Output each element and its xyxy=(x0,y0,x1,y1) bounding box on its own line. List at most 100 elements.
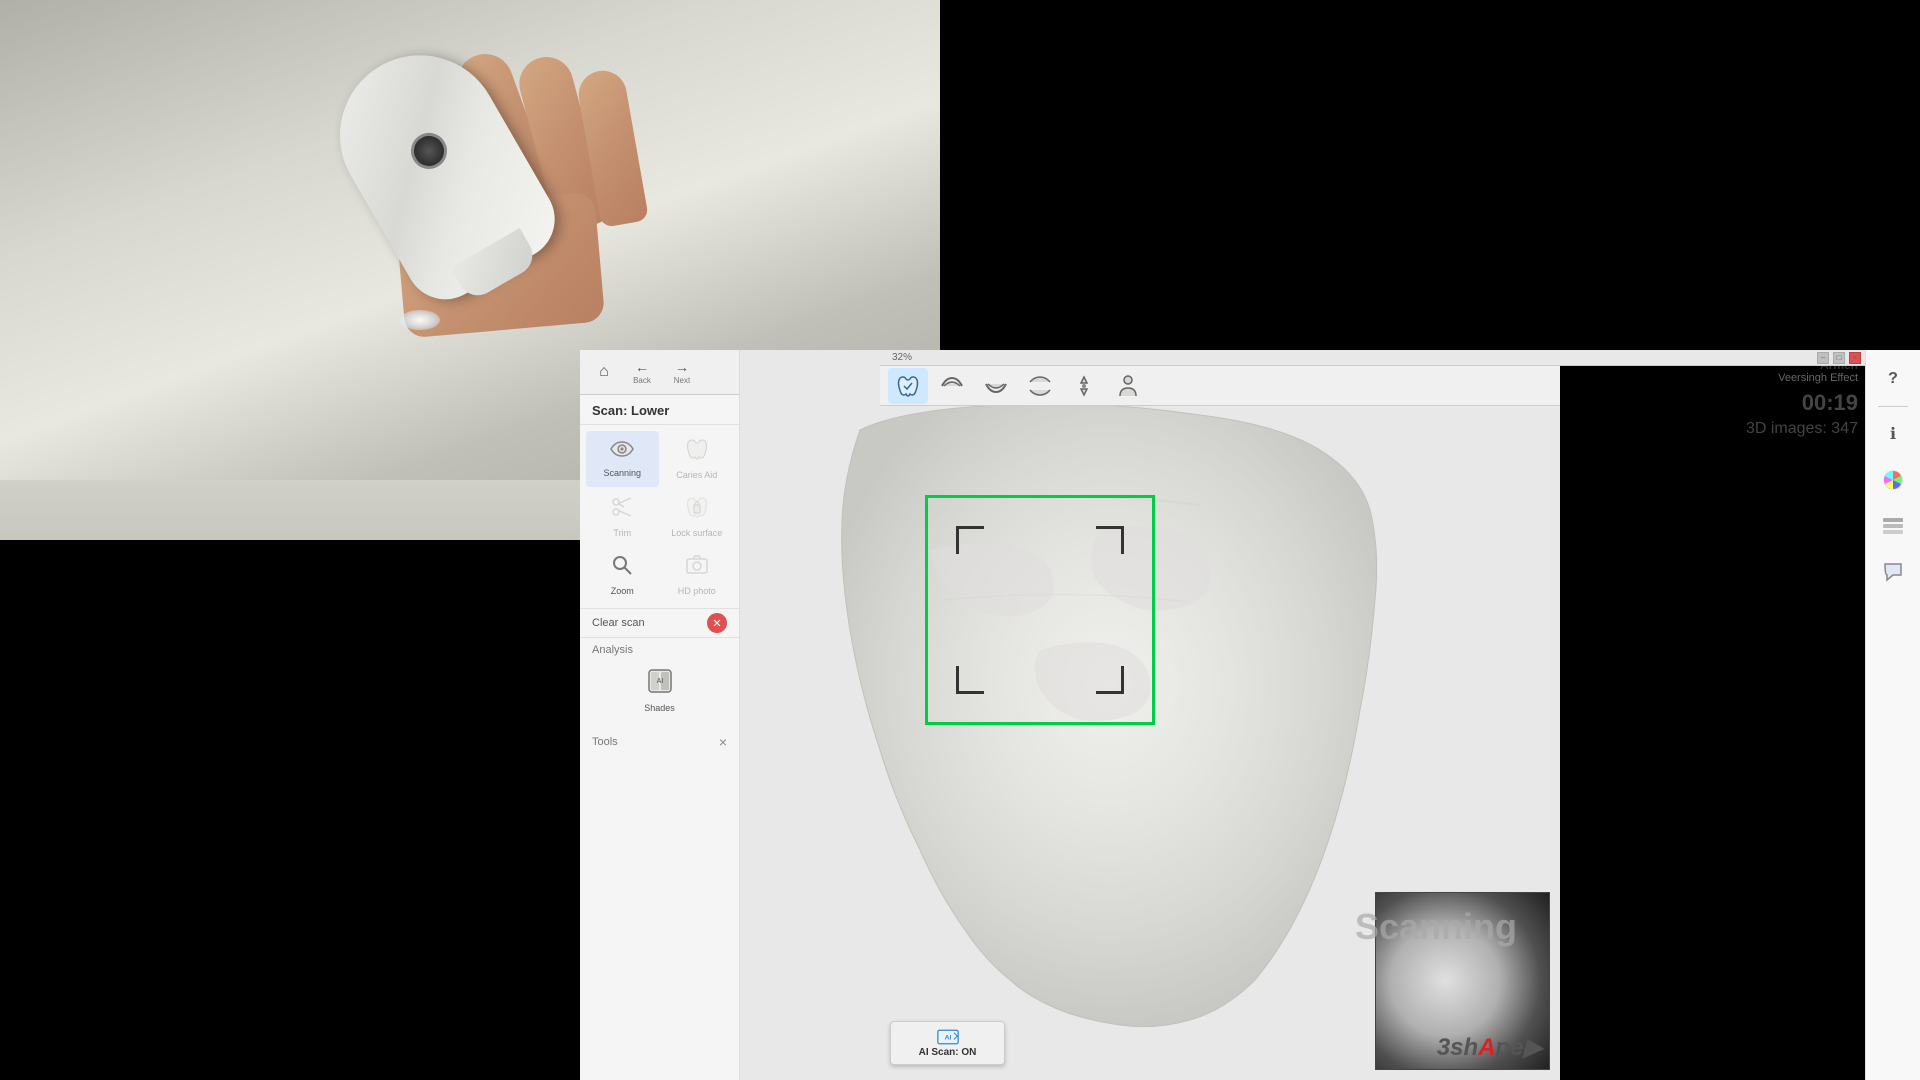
shades-svg: AI xyxy=(647,668,673,694)
minimize-button[interactable]: – xyxy=(1817,352,1829,364)
scanner-button xyxy=(404,126,453,175)
scanning-label: Scanning xyxy=(603,468,641,479)
back-label: Back xyxy=(633,376,651,385)
clear-scan-row: Clear scan ✕ xyxy=(580,608,739,638)
trim-tool: Trim xyxy=(586,489,659,545)
toolbar-lower-jaw[interactable] xyxy=(976,368,1016,404)
orient-icon xyxy=(1072,374,1096,398)
color-wheel-icon xyxy=(1882,469,1904,491)
lock-svg xyxy=(685,495,709,519)
scanning-status-text: Scanning xyxy=(1355,906,1517,948)
lock-surface-label: Lock surface xyxy=(671,528,722,539)
corner-marker-tr xyxy=(1096,526,1124,554)
tools-section: Tools × xyxy=(580,726,739,754)
top-toolbar xyxy=(880,366,1560,406)
logo-accent: A xyxy=(1478,1034,1495,1061)
chat-button[interactable] xyxy=(1874,553,1912,591)
bite-icon xyxy=(1028,375,1052,397)
bottom-left xyxy=(0,540,580,1080)
scanner-body xyxy=(311,26,570,314)
next-icon: → xyxy=(675,359,689,375)
clear-scan-button[interactable]: ✕ xyxy=(707,613,727,633)
ai-scan-icon: AI xyxy=(937,1029,959,1045)
tooth-check-icon xyxy=(896,374,920,398)
caries-aid-label: Caries Aid xyxy=(676,470,717,481)
hd-photo-label: HD photo xyxy=(678,586,716,597)
help-icon: ? xyxy=(1888,370,1898,388)
shades-icon: AI xyxy=(647,668,673,700)
scissors-svg xyxy=(610,495,634,519)
analysis-grid: AI Shades xyxy=(592,660,727,722)
trim-icon xyxy=(610,495,634,525)
info-button[interactable]: ℹ xyxy=(1874,415,1912,453)
caries-aid-icon xyxy=(685,437,709,467)
panel-header: ⌂ ← Back → Next xyxy=(580,350,739,395)
toolbar-tooth-check[interactable] xyxy=(888,368,928,404)
toolbar-orient[interactable] xyxy=(1064,368,1104,404)
back-button[interactable]: ← Back xyxy=(624,356,660,388)
layers-button[interactable] xyxy=(1874,507,1912,545)
corner-marker-bl xyxy=(956,666,984,694)
zoom-level: 32% xyxy=(884,352,1813,363)
lower-jaw-icon xyxy=(984,376,1008,396)
corner-marker-br xyxy=(1096,666,1124,694)
shades-label: Shades xyxy=(644,703,675,714)
upper-jaw-icon xyxy=(940,376,964,396)
corner-marker-tl xyxy=(956,526,984,554)
scanner-light xyxy=(400,310,440,330)
scanning-tool[interactable]: Scanning xyxy=(586,431,659,487)
caries-aid-tool: Caries Aid xyxy=(661,431,734,487)
trim-label: Trim xyxy=(613,528,631,539)
zoom-tool[interactable]: Zoom xyxy=(586,547,659,603)
next-button[interactable]: → Next xyxy=(664,356,700,388)
lock-surface-icon xyxy=(685,495,709,525)
scanner-tip xyxy=(450,228,539,303)
clear-scan-label[interactable]: Clear scan xyxy=(592,617,645,629)
left-panel: ⌂ ← Back → Next Scan: Lower Scanning xyxy=(580,350,740,1080)
zoom-svg xyxy=(610,553,634,577)
info-icon: ℹ xyxy=(1890,424,1896,444)
svg-text:AI: AI xyxy=(656,678,663,685)
close-button[interactable]: × xyxy=(1849,352,1861,364)
camera-svg xyxy=(685,553,709,577)
analysis-section: Analysis AI Shades xyxy=(580,638,739,726)
analysis-label: Analysis xyxy=(592,644,727,656)
images-count-display: 3D images: 347 xyxy=(1746,420,1858,438)
home-button[interactable]: ⌂ xyxy=(588,356,620,388)
window-titlebar: 32% – □ × xyxy=(880,350,1865,366)
ai-scan-button[interactable]: AI AI Scan: ON xyxy=(890,1021,1005,1065)
scan-label: Scan: Lower xyxy=(580,395,739,425)
shades-tool[interactable]: AI Shades xyxy=(594,662,725,720)
logo-3shape: 3shApe▶ xyxy=(1437,1033,1542,1062)
lock-surface-tool: Lock surface xyxy=(661,489,734,545)
toolbar-upper-jaw[interactable] xyxy=(932,368,972,404)
hd-photo-icon xyxy=(685,553,709,583)
user-subtitle: Veersingh Effect xyxy=(1778,372,1858,384)
person-icon xyxy=(1118,374,1138,398)
tooth-icon xyxy=(685,437,709,461)
scan-rectangle xyxy=(925,495,1155,725)
help-button[interactable]: ? xyxy=(1874,360,1912,398)
toolbar-person[interactable] xyxy=(1108,368,1148,404)
zoom-label: Zoom xyxy=(611,586,634,597)
tools-close-button[interactable]: × xyxy=(719,734,727,750)
svg-text:AI: AI xyxy=(944,1034,951,1041)
top-right-black xyxy=(940,0,1920,350)
next-label: Next xyxy=(674,376,690,385)
panel-divider-1 xyxy=(1878,406,1908,407)
timer-display: 00:19 xyxy=(1802,390,1858,416)
toolbar-bite[interactable] xyxy=(1020,368,1060,404)
chat-icon xyxy=(1883,562,1903,582)
ai-scan-label: AI Scan: ON xyxy=(919,1047,977,1058)
back-icon: ← xyxy=(635,359,649,375)
scanner-device xyxy=(280,20,600,300)
hd-photo-tool: HD photo xyxy=(661,547,734,603)
maximize-button[interactable]: □ xyxy=(1833,352,1845,364)
scanning-svg xyxy=(609,439,635,459)
layers-icon xyxy=(1882,517,1904,535)
scanning-icon xyxy=(609,439,635,465)
right-info-panel: ? ℹ xyxy=(1865,350,1920,1080)
tools-label: Tools xyxy=(592,736,618,748)
tool-grid: Scanning Caries Aid Trim xyxy=(580,425,739,608)
color-button[interactable] xyxy=(1874,461,1912,499)
